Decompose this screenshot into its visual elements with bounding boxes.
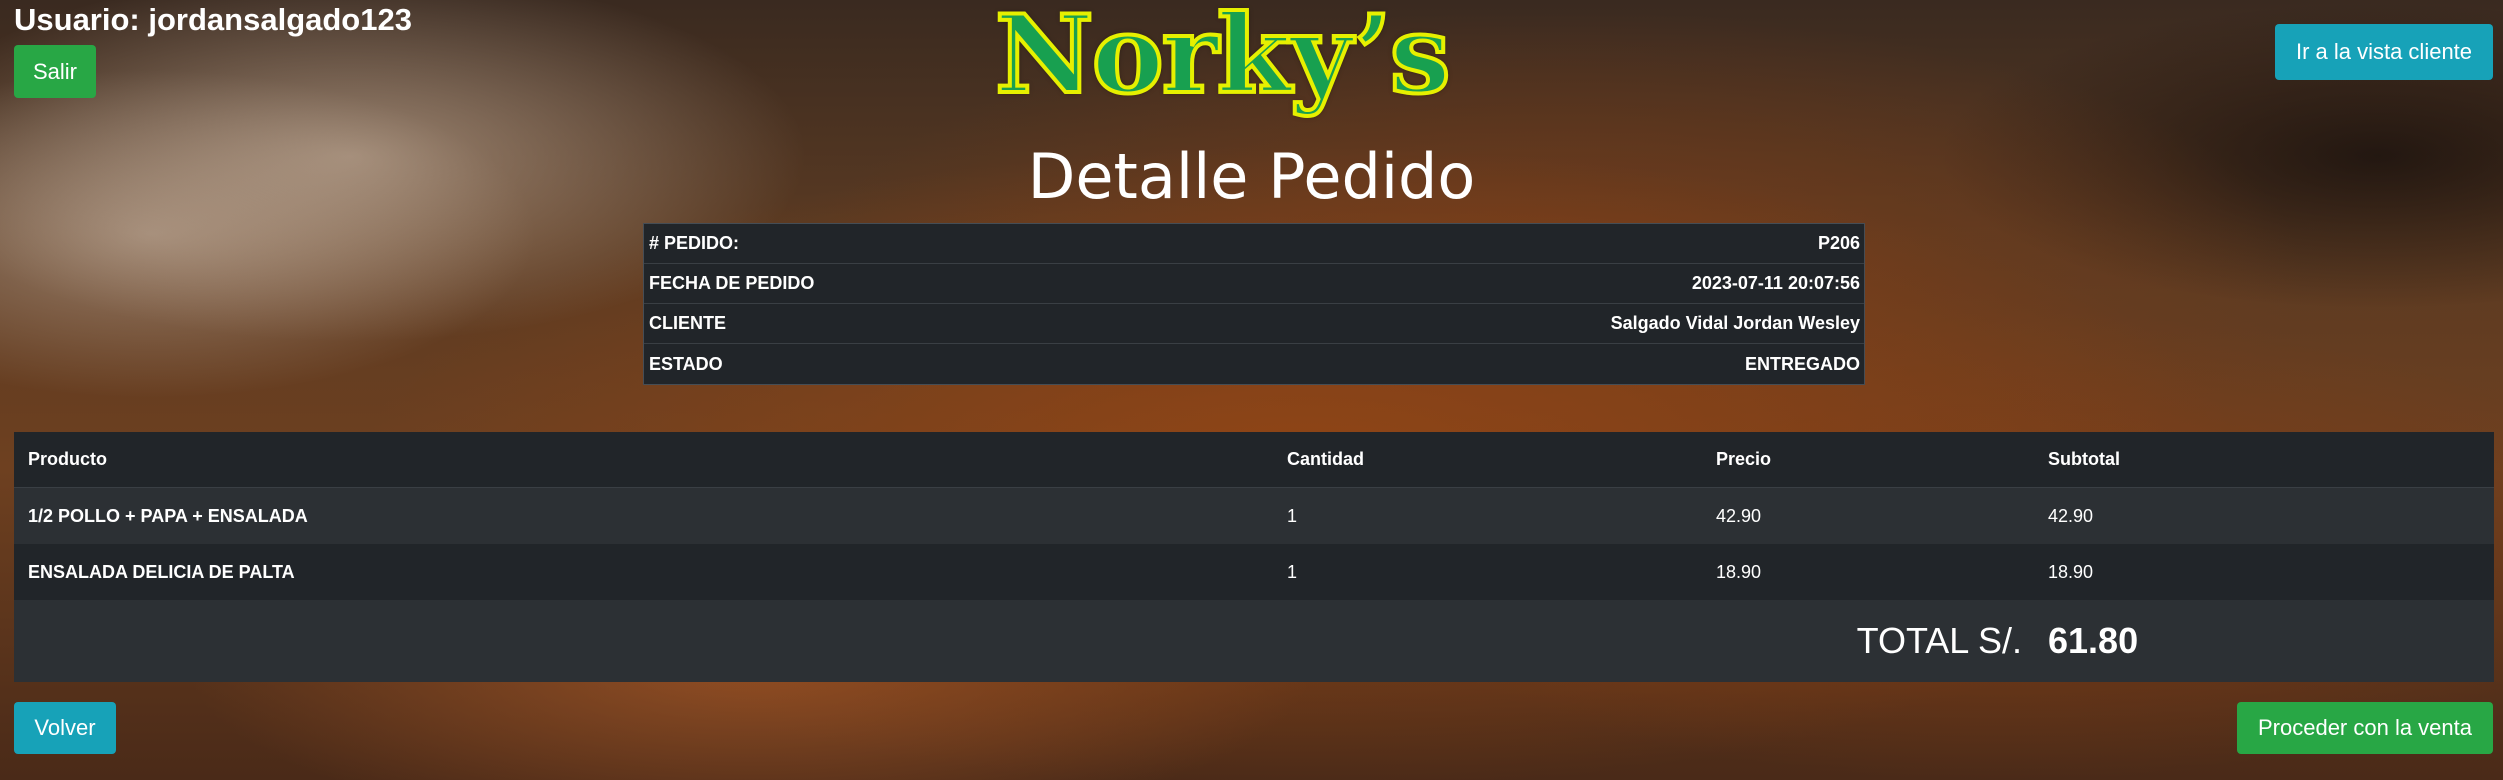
page-title: Detalle Pedido — [1027, 140, 1476, 213]
order-number-row: # PEDIDO: P206 — [644, 224, 1864, 264]
order-client-value: Salgado Vidal Jordan Wesley — [1610, 313, 1860, 333]
brand-logo: Norky’s — [993, 0, 1453, 118]
total-value: 61.80 — [2048, 620, 2139, 661]
username: jordansalgado123 — [148, 2, 412, 37]
header-subtotal: Subtotal — [2048, 449, 2120, 469]
total-label: TOTAL S/. — [1856, 620, 2022, 661]
product-quantity: 1 — [1287, 561, 1298, 582]
order-status-value: ENTREGADO — [1744, 353, 1860, 374]
user-greeting: Usuario: jordansalgado123 — [14, 2, 412, 38]
client-view-button[interactable]: Ir a la vista cliente — [2275, 24, 2493, 80]
order-client-label: CLIENTE — [649, 313, 727, 333]
order-number-value: P206 — [1817, 233, 1860, 253]
back-button[interactable]: Volver — [14, 702, 116, 754]
table-header-row: Producto Cantidad Precio Subtotal — [14, 432, 2494, 488]
order-info-table: # PEDIDO: P206 FECHA DE PEDIDO 2023-07-1… — [643, 223, 1865, 385]
product-name: ENSALADA DELICIA DE PALTA — [28, 561, 295, 582]
product-price: 18.90 — [1716, 561, 1762, 582]
proceed-sale-button[interactable]: Proceder con la venta — [2237, 702, 2493, 754]
table-row: ENSALADA DELICIA DE PALTA 1 18.90 18.90 — [14, 544, 2494, 600]
products-table: Producto Cantidad Precio Subtotal 1/2 PO… — [14, 432, 2494, 682]
order-date-row: FECHA DE PEDIDO 2023-07-11 20:07:56 — [644, 264, 1864, 304]
table-row: 1/2 POLLO + PAPA + ENSALADA 1 42.90 42.9… — [14, 488, 2494, 544]
logout-button[interactable]: Salir — [14, 45, 96, 98]
header-price: Precio — [1716, 449, 1772, 469]
order-date-value: 2023-07-11 20:07:56 — [1691, 273, 1860, 293]
order-number-label: # PEDIDO: — [649, 233, 740, 253]
order-status-label: ESTADO — [649, 353, 723, 374]
product-name: 1/2 POLLO + PAPA + ENSALADA — [28, 505, 308, 526]
product-subtotal: 42.90 — [2048, 505, 2094, 526]
product-quantity: 1 — [1287, 505, 1298, 526]
header-product: Producto — [28, 449, 107, 469]
user-prefix: Usuario: — [14, 2, 140, 37]
product-subtotal: 18.90 — [2048, 561, 2094, 582]
order-status-row: ESTADO ENTREGADO — [644, 344, 1864, 384]
total-row: TOTAL S/. 61.80 — [14, 600, 2494, 682]
order-date-label: FECHA DE PEDIDO — [649, 273, 815, 293]
header-quantity: Cantidad — [1287, 449, 1365, 469]
order-client-row: CLIENTE Salgado Vidal Jordan Wesley — [644, 304, 1864, 344]
product-price: 42.90 — [1716, 505, 1762, 526]
